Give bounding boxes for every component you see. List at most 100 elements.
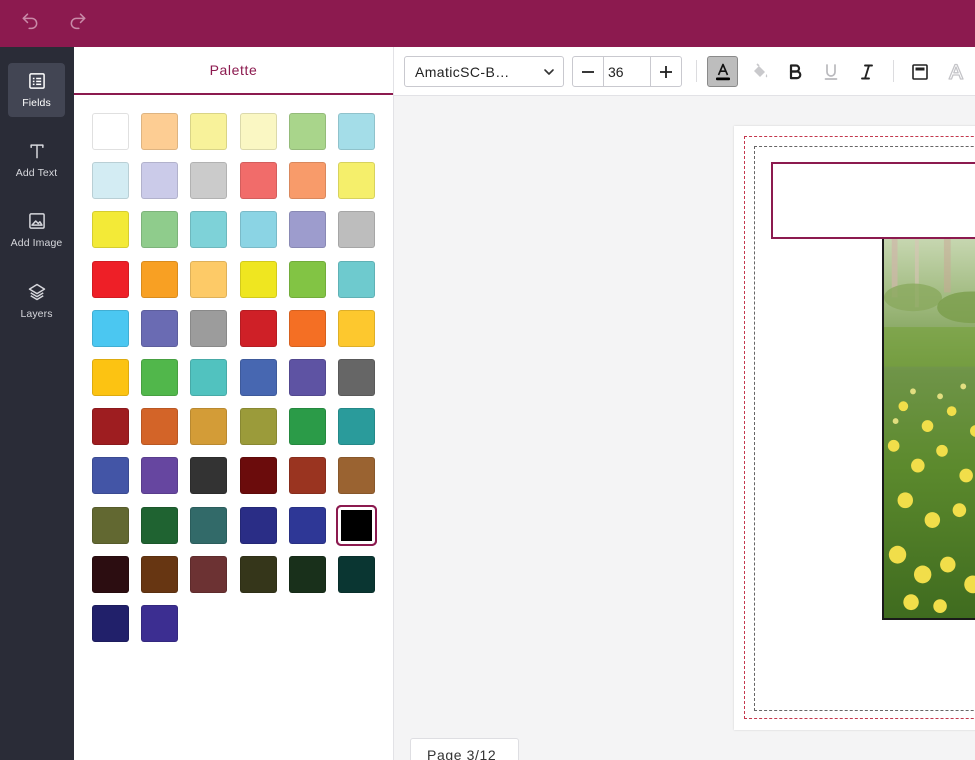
color-swatch[interactable] (288, 309, 326, 347)
layers-icon (28, 283, 45, 301)
color-swatch[interactable] (190, 457, 228, 495)
color-swatch[interactable] (239, 211, 277, 249)
color-swatch[interactable] (288, 162, 326, 200)
color-swatch[interactable] (92, 260, 129, 298)
color-swatch[interactable] (92, 457, 129, 495)
side-rail: Fields Add Text Add Image Layers (0, 47, 74, 760)
color-swatch[interactable] (141, 408, 179, 446)
plus-icon (660, 65, 672, 78)
color-swatch[interactable] (337, 309, 375, 347)
color-swatch[interactable] (337, 555, 375, 593)
color-swatch[interactable] (92, 113, 129, 150)
color-swatch[interactable] (288, 408, 326, 446)
color-swatch[interactable] (92, 358, 129, 396)
color-swatch[interactable] (337, 260, 375, 298)
color-swatch[interactable] (288, 457, 326, 495)
rail-item-label: Layers (20, 308, 53, 320)
color-swatch[interactable] (288, 113, 326, 150)
page-indicator: Page 3/12 (410, 738, 519, 760)
decrease-font-size-button[interactable] (573, 57, 603, 86)
underline-button[interactable] (815, 56, 846, 87)
color-swatch[interactable] (288, 358, 326, 396)
paint-bucket-icon (753, 62, 767, 77)
design-canvas[interactable] (394, 96, 975, 760)
color-swatch[interactable] (239, 260, 277, 298)
color-swatch[interactable] (92, 604, 129, 642)
italic-button[interactable] (851, 56, 882, 87)
color-swatch[interactable] (92, 506, 129, 544)
color-swatch[interactable] (92, 211, 129, 249)
rail-item-layers[interactable]: Layers (8, 274, 65, 328)
photo-field[interactable] (882, 236, 975, 620)
color-swatch[interactable] (239, 555, 277, 593)
palette-panel: Palette (74, 47, 394, 760)
undo-button[interactable] (14, 7, 46, 33)
color-swatch[interactable] (337, 457, 375, 495)
color-swatch[interactable] (337, 113, 375, 150)
color-swatch[interactable] (190, 211, 228, 249)
color-swatch[interactable] (190, 506, 228, 544)
color-swatch[interactable] (337, 408, 375, 446)
color-swatch[interactable] (141, 555, 179, 593)
color-swatch[interactable] (141, 211, 179, 249)
color-swatch[interactable] (141, 457, 179, 495)
color-swatch[interactable] (141, 113, 179, 150)
color-swatch[interactable] (239, 309, 277, 347)
color-swatch[interactable] (335, 504, 377, 546)
tab-palette[interactable]: Palette (74, 47, 393, 95)
increase-font-size-button[interactable] (651, 57, 681, 86)
bold-button[interactable] (779, 56, 810, 87)
color-swatch[interactable] (239, 408, 277, 446)
color-swatch[interactable] (141, 260, 179, 298)
color-swatch[interactable] (288, 555, 326, 593)
color-swatch[interactable] (337, 162, 375, 200)
color-swatch[interactable] (337, 211, 375, 249)
color-swatch[interactable] (288, 506, 326, 544)
rail-item-label: Fields (22, 97, 51, 109)
color-swatch[interactable] (190, 358, 228, 396)
chevron-down-icon (544, 69, 554, 75)
color-swatch[interactable] (190, 162, 228, 200)
color-swatch[interactable] (239, 457, 277, 495)
color-swatch[interactable] (141, 604, 179, 642)
color-swatch[interactable] (141, 162, 179, 200)
text-color-button[interactable] (707, 56, 738, 87)
color-swatch[interactable] (141, 506, 179, 544)
color-swatch[interactable] (141, 358, 179, 396)
text-box-icon (911, 63, 928, 80)
font-family-select[interactable]: AmaticSC-B… (404, 56, 564, 87)
color-swatch[interactable] (190, 260, 228, 298)
rail-item-fields[interactable]: Fields (8, 63, 65, 117)
text-box-button[interactable] (904, 56, 935, 87)
daffodil-photo (884, 238, 975, 618)
color-swatch[interactable] (239, 506, 277, 544)
toolbar-divider (696, 60, 697, 82)
color-swatch[interactable] (190, 555, 228, 593)
color-swatch[interactable] (288, 260, 326, 298)
color-swatch[interactable] (239, 358, 277, 396)
color-swatch[interactable] (239, 113, 277, 150)
color-swatch[interactable] (92, 309, 129, 347)
color-swatch[interactable] (190, 113, 228, 150)
color-swatch[interactable] (337, 358, 375, 396)
text-outline-button[interactable] (940, 56, 971, 87)
color-swatch[interactable] (92, 408, 129, 446)
color-swatch[interactable] (92, 162, 129, 200)
card-page[interactable] (734, 126, 975, 730)
color-swatch[interactable] (190, 309, 228, 347)
color-swatch[interactable] (190, 408, 228, 446)
redo-button[interactable] (62, 7, 94, 33)
text-field[interactable] (771, 162, 975, 239)
font-size-input[interactable] (603, 57, 651, 86)
color-swatch[interactable] (92, 555, 129, 593)
image-icon (28, 213, 45, 229)
text-toolbar: AmaticSC-B… (394, 47, 975, 96)
fill-color-button[interactable] (744, 56, 775, 87)
rail-item-add-image[interactable]: Add Image (8, 203, 65, 257)
color-swatch[interactable] (288, 211, 326, 249)
toolbar-divider (893, 60, 894, 82)
text-color-icon (715, 63, 730, 80)
rail-item-add-text[interactable]: Add Text (8, 133, 65, 187)
color-swatch[interactable] (141, 309, 179, 347)
color-swatch[interactable] (239, 162, 277, 200)
